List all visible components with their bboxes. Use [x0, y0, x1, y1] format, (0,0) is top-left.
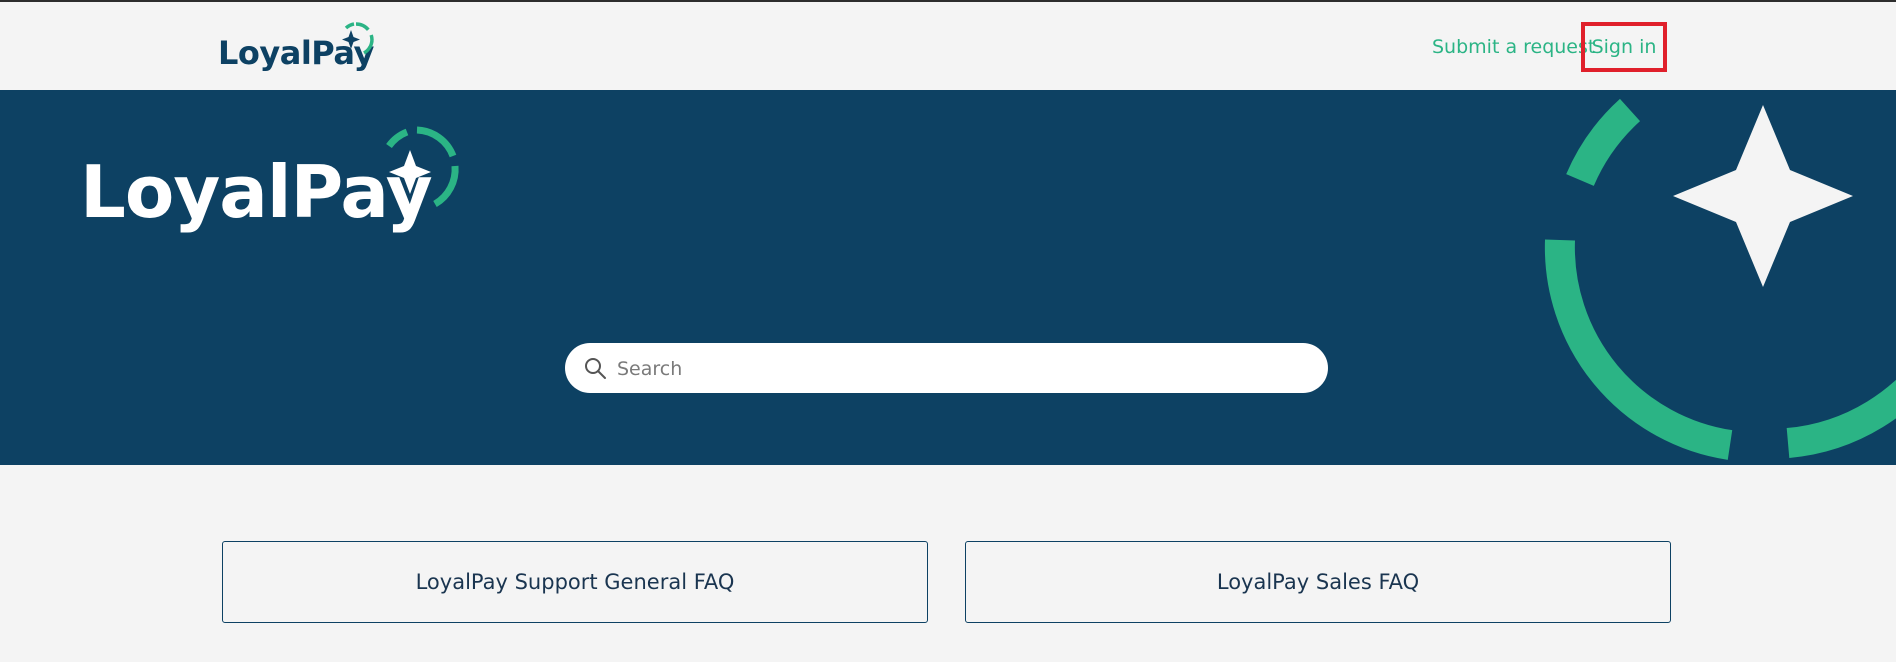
category-card-label: LoyalPay Support General FAQ [415, 570, 735, 594]
hero-banner: LoyalPay [0, 90, 1896, 465]
hero-logo: LoyalPay [80, 122, 480, 252]
sign-in-link[interactable]: Sign in [1581, 22, 1667, 72]
decorative-sparkle-ring-icon [1544, 98, 1896, 460]
sign-in-label: Sign in [1591, 36, 1657, 58]
submit-request-link[interactable]: Submit a request [1432, 36, 1595, 58]
site-header: LoyalPay Submit a request Sign in [0, 0, 1896, 90]
sparkle-ring-icon [386, 126, 459, 208]
header-logo[interactable]: LoyalPay [218, 20, 378, 76]
search-box [565, 343, 1328, 395]
search-input[interactable] [615, 343, 1299, 395]
category-card-label: LoyalPay Sales FAQ [1216, 570, 1420, 594]
sparkle-ring-icon [342, 22, 374, 55]
category-card-support-faq[interactable]: LoyalPay Support General FAQ [222, 541, 928, 623]
category-card-sales-faq[interactable]: LoyalPay Sales FAQ [965, 541, 1671, 623]
search-icon [585, 358, 606, 379]
